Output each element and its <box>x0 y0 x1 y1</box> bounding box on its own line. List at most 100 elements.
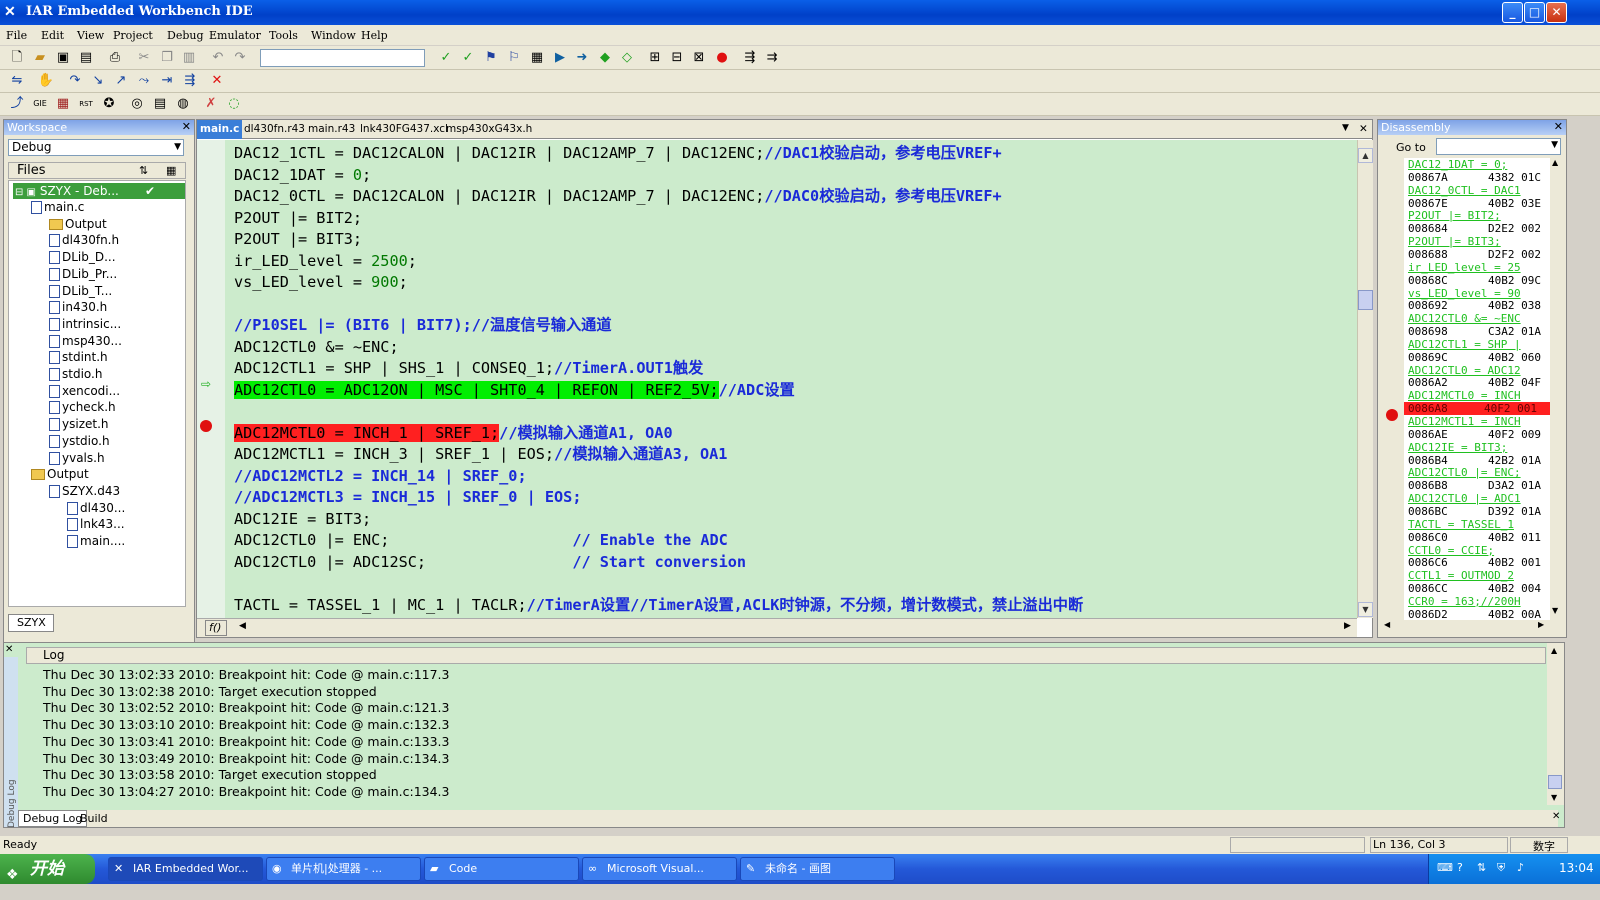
cut-icon[interactable]: ✂ <box>135 49 153 67</box>
open-icon[interactable]: ▰ <box>31 49 49 67</box>
breakpoint-icon[interactable] <box>1386 409 1398 421</box>
goto-combo[interactable]: ▼ <box>1436 138 1561 155</box>
tree-item[interactable]: ycheck.h <box>49 399 116 415</box>
disassembly-listing[interactable]: DAC12_1DAT = 0; 00867A 4382 01C DAC12_0CTL … <box>1382 158 1550 620</box>
tree-item[interactable]: main.... <box>67 533 125 549</box>
copy-icon[interactable]: ❐ <box>158 49 176 67</box>
log-scroll-thumb[interactable] <box>1548 775 1562 789</box>
scroll-thumb[interactable] <box>1358 290 1373 310</box>
task-browser[interactable]: ◉ 单片机|处理器 - ... <box>266 857 421 881</box>
tree-item[interactable]: stdint.h <box>49 349 108 365</box>
disassembly-hscrollbar[interactable]: ◀ ▶ <box>1382 620 1550 634</box>
close-window-button[interactable]: ✕ <box>1546 2 1567 23</box>
editor-hscrollbar[interactable]: f() ◀ ▶ <box>197 618 1357 637</box>
disassembly-close-icon[interactable]: ✕ <box>1554 120 1563 133</box>
find-prev-icon[interactable]: ✓ <box>459 49 477 67</box>
go-icon[interactable]: ⇶ <box>181 72 199 90</box>
paste-icon[interactable]: ▥ <box>180 49 198 67</box>
clear-breakpoints-icon[interactable]: ✗ <box>202 95 220 113</box>
memory-icon[interactable]: ▤ <box>151 95 169 113</box>
tree-item[interactable]: main.c <box>31 199 84 215</box>
hscroll-left-icon[interactable]: ◀ <box>239 621 246 631</box>
dis-scroll-right-icon[interactable]: ▶ <box>1538 620 1544 629</box>
tree-item[interactable]: xencodi... <box>49 383 120 399</box>
tree-item[interactable]: stdio.h <box>49 366 102 382</box>
dis-scroll-left-icon[interactable]: ◀ <box>1384 620 1390 629</box>
tree-item[interactable]: intrinsic... <box>49 316 121 332</box>
tree-item[interactable]: dl430... <box>67 500 125 516</box>
tree-item[interactable]: SZYX.d43 <box>49 483 120 499</box>
tree-item[interactable]: DLib_D... <box>49 249 116 265</box>
tree-item[interactable]: ysizet.h <box>49 416 109 432</box>
step-out-icon[interactable]: ↗ <box>112 72 130 90</box>
find-next-icon[interactable]: ✓ <box>437 49 455 67</box>
workspace-close-icon[interactable]: ✕ <box>182 120 191 133</box>
log-close-icon[interactable]: ✕ <box>5 644 13 655</box>
tree-item[interactable]: DLib_T... <box>49 283 112 299</box>
tab-build[interactable]: Build <box>80 812 108 825</box>
rebuild-icon[interactable]: ◇ <box>618 49 636 67</box>
menu-window[interactable]: Window <box>311 29 356 42</box>
tab-main-r43[interactable]: main.r43 <box>308 123 355 135</box>
tab-main-c[interactable]: main.c <box>197 120 243 139</box>
gie-icon[interactable]: GIE <box>31 95 49 113</box>
undo-icon[interactable]: ↶ <box>209 49 227 67</box>
task-visual-studio[interactable]: ∞ Microsoft Visual... <box>582 857 737 881</box>
config-select[interactable]: Debug ▼ <box>8 139 184 156</box>
keyboard-icon[interactable]: ⌨ <box>1437 861 1453 874</box>
stop-build-icon[interactable]: ◆ <box>596 49 614 67</box>
project-node[interactable]: ⊟ ▣ SZYX - Deb... ✔ <box>13 183 185 199</box>
tree-item[interactable]: dl430fn.h <box>49 232 119 248</box>
log-vscrollbar[interactable]: ▲ ▼ <box>1547 643 1564 805</box>
hw-rst-icon[interactable]: RST <box>77 95 95 113</box>
step-over-icon[interactable]: ↷ <box>66 72 84 90</box>
editor-vscrollbar[interactable]: ▲ ▼ <box>1357 140 1373 618</box>
stop-debug-icon[interactable]: ⊠ <box>690 49 708 67</box>
volume-icon[interactable]: ♪ <box>1517 861 1524 874</box>
tabs-menu-icon[interactable]: ▼ <box>1342 123 1349 133</box>
tree-item[interactable]: yvals.h <box>49 450 105 466</box>
tab-msp430xg43x-h[interactable]: msp430xG43x.h <box>446 123 532 135</box>
debug-icon[interactable]: ⊞ <box>646 49 664 67</box>
minimize-button[interactable]: _ <box>1502 2 1523 23</box>
function-box[interactable]: f() <box>205 620 227 636</box>
network-icon[interactable]: ⇅ <box>1477 861 1486 874</box>
print-icon[interactable]: ⎙ <box>106 49 124 67</box>
help-icon[interactable]: ? <box>1457 861 1463 874</box>
tree-item[interactable]: in430.h <box>49 299 107 315</box>
breakpoint-gutter[interactable]: ⇨ <box>197 140 225 618</box>
toggle-bookmark-icon[interactable]: ⚑ <box>482 49 500 67</box>
tree-item[interactable]: ystdio.h <box>49 433 110 449</box>
menu-project[interactable]: Project <box>113 29 153 42</box>
debug-restart-icon[interactable]: ⇉ <box>763 49 781 67</box>
task-paint[interactable]: ✎ 未命名 - 画图 <box>740 857 895 881</box>
find-combo[interactable] <box>260 49 425 67</box>
scroll-down-icon[interactable]: ▼ <box>1358 602 1373 617</box>
save-icon[interactable]: ▣ <box>54 49 72 67</box>
dis-scroll-up-icon[interactable]: ▲ <box>1552 158 1558 167</box>
new-file-icon[interactable]: 🗋 <box>8 49 26 67</box>
files-options-icon[interactable]: ▦ <box>166 163 176 178</box>
scroll-up-icon[interactable]: ▲ <box>1358 148 1373 163</box>
goto-icon[interactable]: ▦ <box>528 49 546 67</box>
make-icon[interactable]: ➜ <box>573 49 591 67</box>
tree-item[interactable]: Output <box>31 466 89 482</box>
task-iar[interactable]: ✕ IAR Embedded Wor... <box>108 857 263 881</box>
next-statement-icon[interactable]: ⤳ <box>135 72 153 90</box>
run-to-cursor-icon[interactable]: ⇥ <box>158 72 176 90</box>
tab-debug-log[interactable]: Debug Log <box>18 810 88 827</box>
debug-start-icon[interactable]: ⇶ <box>741 49 759 67</box>
log-scroll-down-icon[interactable]: ▼ <box>1551 793 1557 802</box>
stop-debugging-icon[interactable]: ✕ <box>208 72 226 90</box>
workspace-tab-szyx[interactable]: SZYX <box>8 614 54 632</box>
break-icon[interactable]: ✋ <box>37 72 55 90</box>
hscroll-right-icon[interactable]: ▶ <box>1344 621 1351 631</box>
maximize-button[interactable]: □ <box>1524 2 1545 23</box>
breakpoint-icon[interactable] <box>200 420 212 432</box>
menu-view[interactable]: View <box>77 29 104 42</box>
goto-bookmark-icon[interactable]: ⚐ <box>505 49 523 67</box>
start-button[interactable]: ❖ 开始 <box>0 854 95 884</box>
register-icon[interactable]: ◍ <box>174 95 192 113</box>
menu-help[interactable]: Help <box>361 29 388 42</box>
cycle-icon[interactable]: ✪ <box>100 95 118 113</box>
